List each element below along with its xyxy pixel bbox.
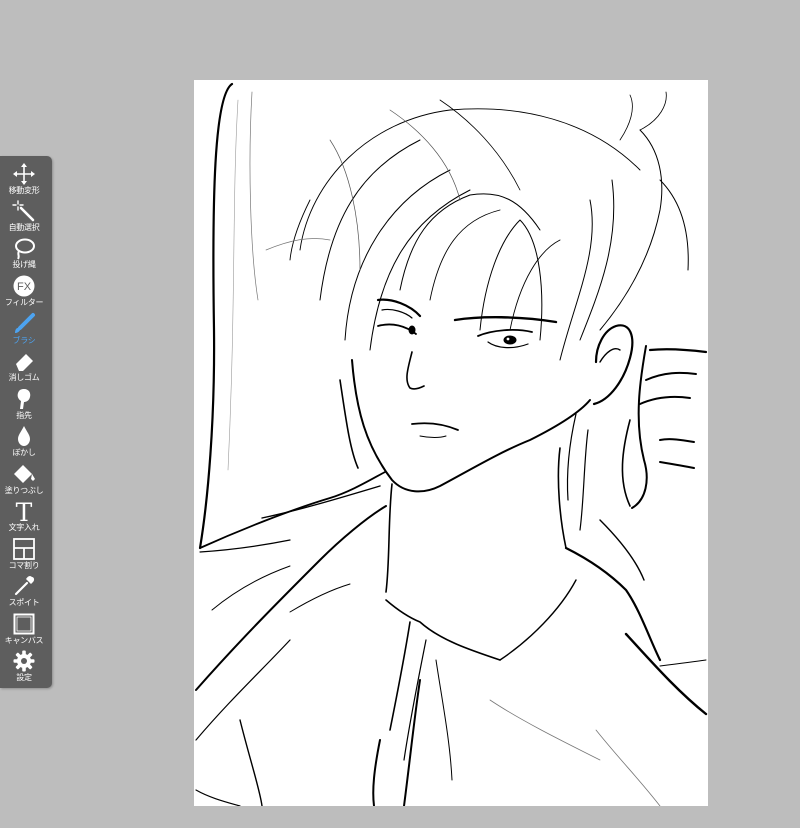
tool-sidebar: 移動変形 自動選択 投げ縄 FX フィルター ブラシ 消しゴム 指先 ぼかし 塗… bbox=[0, 156, 52, 688]
tool-label: 消しゴム bbox=[8, 373, 40, 382]
tool-label: ぼかし bbox=[12, 448, 36, 457]
lasso-icon bbox=[15, 238, 35, 260]
tool-finger[interactable]: 指先 bbox=[0, 387, 48, 424]
fx-text: FX bbox=[17, 281, 32, 293]
eraser-icon bbox=[16, 354, 33, 371]
tool-move-transform[interactable]: 移動変形 bbox=[0, 162, 48, 199]
tool-lasso[interactable]: 投げ縄 bbox=[0, 236, 48, 273]
text-tool-icon: T bbox=[16, 499, 33, 523]
tool-label: 移動変形 bbox=[8, 186, 40, 195]
tool-blur[interactable]: ぼかし bbox=[0, 424, 48, 461]
tool-auto-select[interactable]: 自動選択 bbox=[0, 199, 48, 236]
settings-gear-icon bbox=[13, 650, 35, 672]
tool-panel-divide[interactable]: コマ割り bbox=[0, 537, 48, 574]
brush-icon bbox=[15, 313, 35, 333]
canvas-icon bbox=[13, 613, 35, 635]
tool-label: 塗りつぶし bbox=[4, 486, 44, 495]
text-tool-glyph: T bbox=[16, 499, 33, 523]
blur-drop-icon bbox=[18, 426, 30, 446]
fx-filter-icon: FX bbox=[13, 275, 35, 297]
eyedropper-icon bbox=[14, 575, 35, 596]
tool-label: ブラシ bbox=[12, 336, 36, 345]
tool-filter[interactable]: FX フィルター bbox=[0, 274, 48, 311]
tool-text[interactable]: T 文字入れ bbox=[0, 499, 48, 536]
tool-eyedropper[interactable]: スポイト bbox=[0, 574, 48, 611]
tool-label: 自動選択 bbox=[8, 223, 40, 232]
line-art-drawing bbox=[195, 82, 708, 806]
tool-brush[interactable]: ブラシ bbox=[0, 312, 48, 349]
tool-label: 投げ縄 bbox=[12, 260, 36, 269]
drawing-canvas[interactable] bbox=[194, 80, 708, 806]
tool-eraser[interactable]: 消しゴム bbox=[0, 349, 48, 386]
bucket-fill-icon bbox=[14, 465, 35, 483]
tool-label: スポイト bbox=[8, 598, 40, 607]
tool-label: フィルター bbox=[4, 298, 44, 307]
tool-fill[interactable]: 塗りつぶし bbox=[0, 462, 48, 499]
finger-smudge-icon bbox=[17, 389, 31, 409]
tool-canvas[interactable]: キャンバス bbox=[0, 612, 48, 649]
move-transform-icon bbox=[13, 163, 35, 185]
tool-label: 文字入れ bbox=[8, 523, 40, 532]
panel-divide-icon bbox=[13, 538, 35, 560]
tool-label: コマ割り bbox=[8, 561, 40, 570]
tool-label: 設定 bbox=[16, 673, 32, 682]
magic-wand-icon bbox=[12, 200, 35, 222]
tool-label: キャンバス bbox=[4, 636, 44, 645]
tool-settings[interactable]: 設定 bbox=[0, 649, 48, 686]
tool-label: 指先 bbox=[16, 411, 32, 420]
